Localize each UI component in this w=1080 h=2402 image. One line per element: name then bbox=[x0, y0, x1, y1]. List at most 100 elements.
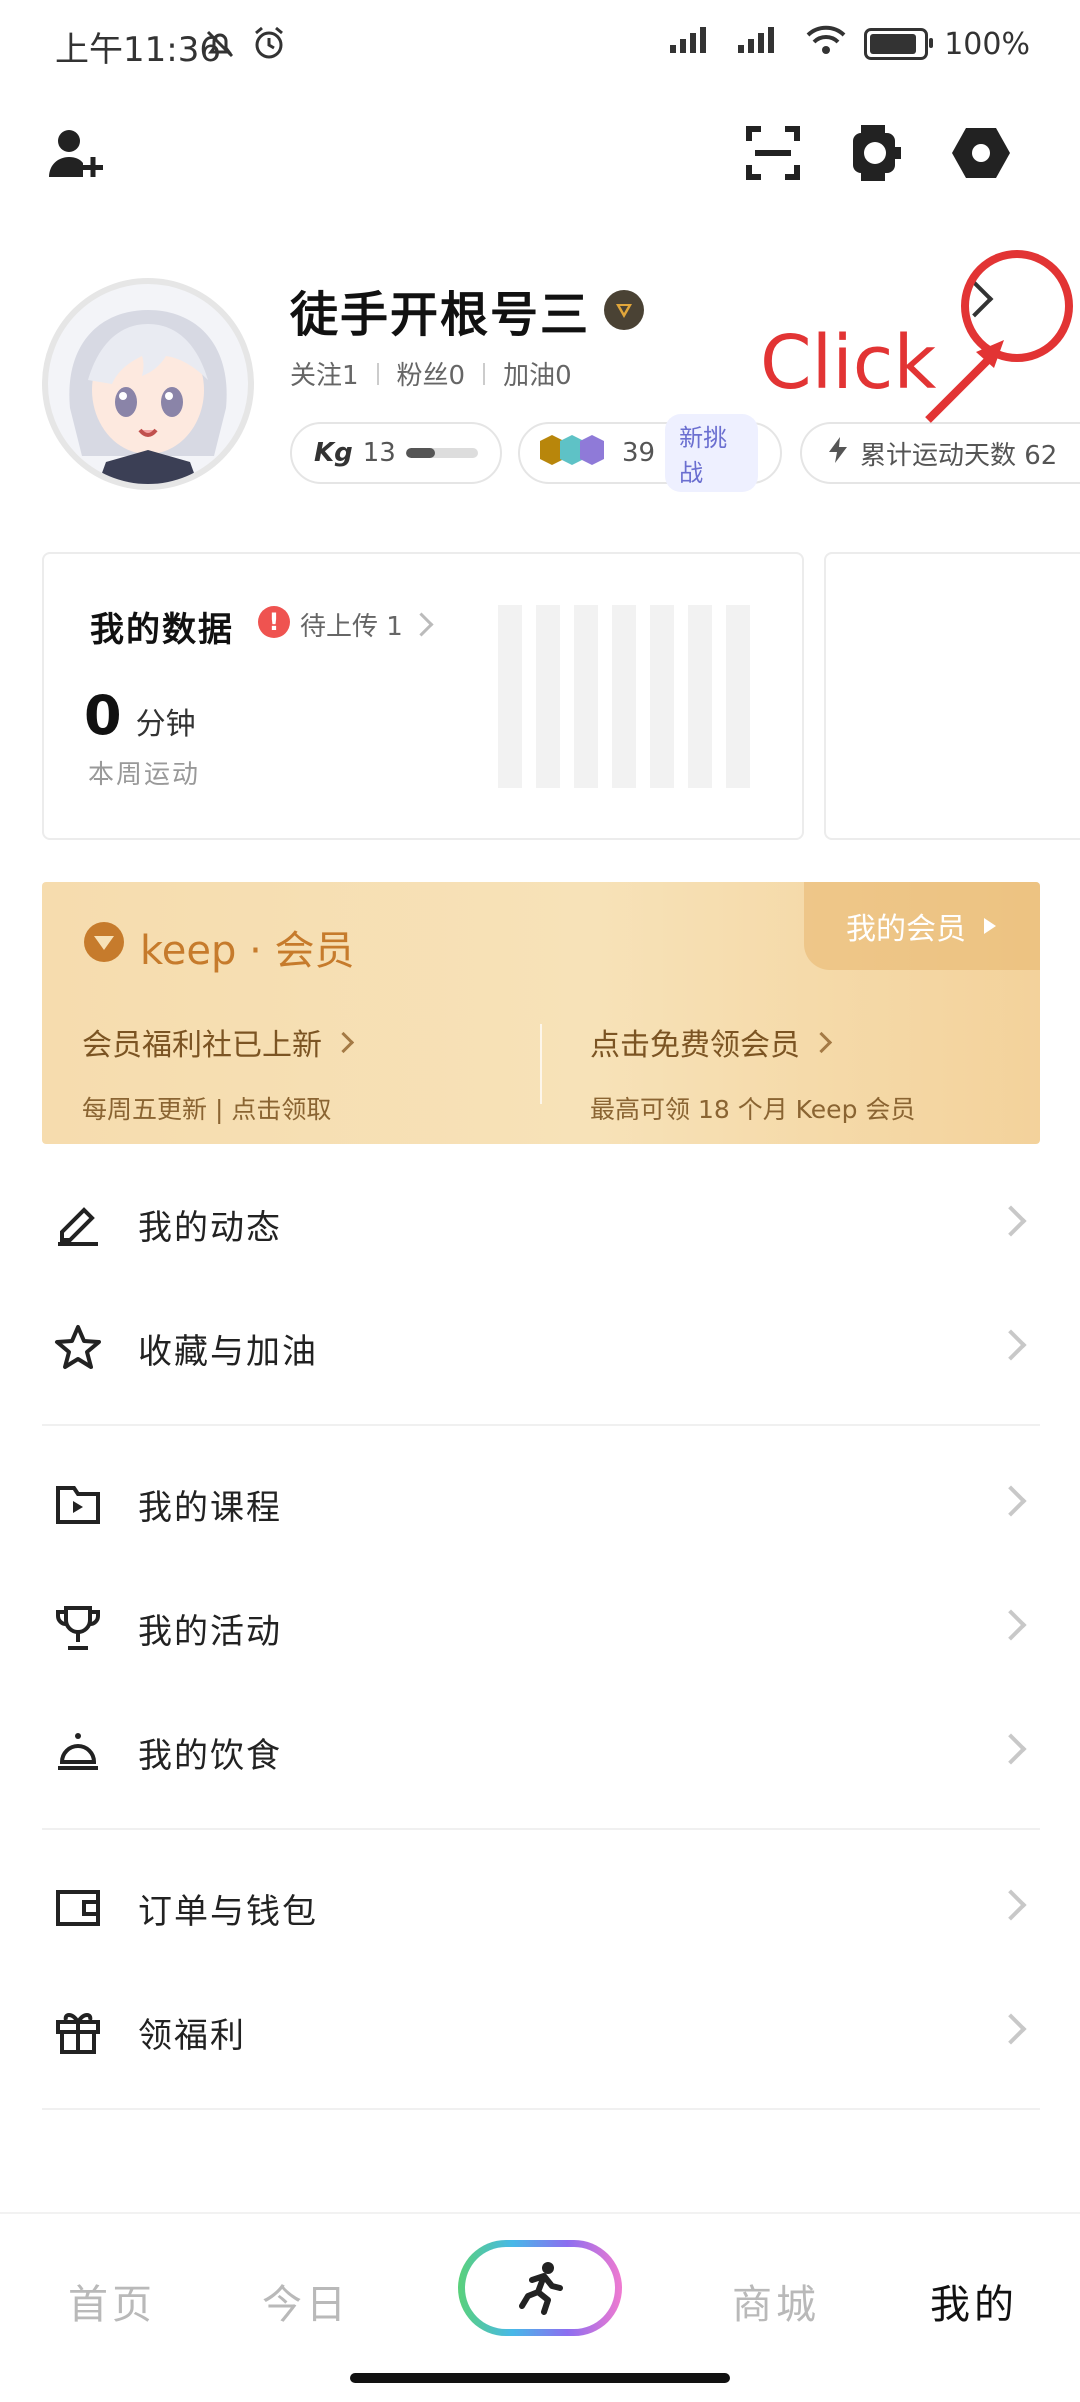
tab-mine[interactable]: 我的 bbox=[930, 2272, 1018, 2330]
member-brand-text: keep · 会员 bbox=[140, 928, 355, 974]
status-right: 100% bbox=[668, 24, 1030, 64]
profile-stats: 关注1 粉丝0 加油0 bbox=[290, 355, 572, 392]
menu-divider bbox=[42, 1424, 1040, 1426]
menu-item-my-posts[interactable]: 我的动态 bbox=[42, 1169, 1040, 1279]
accumulated-days: 累计运动天数 62 bbox=[860, 440, 1058, 471]
avatar[interactable] bbox=[42, 278, 254, 490]
minutes-value: 0 bbox=[84, 684, 122, 747]
menu-label: 收藏与加油 bbox=[138, 1331, 318, 1372]
level-progress-fill bbox=[405, 448, 435, 458]
cheers-count[interactable]: 加油0 bbox=[503, 355, 572, 392]
bar bbox=[726, 605, 750, 788]
bar bbox=[536, 605, 560, 788]
start-workout-button[interactable] bbox=[458, 2240, 622, 2336]
trophy-icon bbox=[46, 1596, 110, 1660]
wifi-icon bbox=[804, 24, 848, 64]
mute-bell-icon bbox=[202, 26, 238, 66]
following-count[interactable]: 关注1 bbox=[290, 355, 359, 392]
bar bbox=[498, 605, 522, 788]
play-triangle-icon bbox=[984, 918, 996, 934]
member-left-sub: 每周五更新 | 点击领取 bbox=[82, 1095, 332, 1124]
tab-today[interactable]: 今日 bbox=[262, 2272, 350, 2330]
chevron-right-icon bbox=[995, 1485, 1027, 1517]
medals-pill[interactable]: 39 新挑战 bbox=[518, 414, 782, 492]
bar bbox=[612, 605, 636, 788]
scan-icon[interactable] bbox=[738, 118, 808, 188]
member-free-claim[interactable]: 点击免费领会员 最高可领 18 个月 Keep 会员 bbox=[590, 1020, 915, 1126]
chevron-right-icon bbox=[409, 612, 434, 637]
member-left-title: 会员福利社已上新 bbox=[82, 1028, 322, 1063]
signal-icon bbox=[736, 25, 788, 63]
level-value: 13 bbox=[362, 438, 396, 468]
my-member-label: 我的会员 bbox=[846, 912, 966, 947]
status-time: 上午11:36 bbox=[55, 30, 221, 70]
alarm-icon bbox=[250, 24, 288, 66]
keep-logo-icon bbox=[82, 920, 126, 974]
member-divider bbox=[540, 1024, 542, 1104]
menu-item-favorites[interactable]: 收藏与加油 bbox=[42, 1293, 1040, 1403]
username[interactable]: 徒手开根号三 bbox=[290, 275, 645, 345]
medals-icon bbox=[538, 431, 612, 476]
wallet-icon bbox=[46, 1876, 110, 1940]
star-icon bbox=[46, 1316, 110, 1380]
menu-item-orders-wallet[interactable]: 订单与钱包 bbox=[42, 1853, 1040, 1963]
lightning-icon bbox=[826, 435, 850, 472]
level-progress-bar bbox=[405, 448, 478, 458]
menu-divider bbox=[42, 2108, 1040, 2110]
chevron-right-icon bbox=[995, 1329, 1027, 1361]
member-right-sub: 最高可领 18 个月 Keep 会员 bbox=[590, 1095, 916, 1124]
chevron-right-icon bbox=[810, 1031, 833, 1053]
followers-count[interactable]: 粉丝0 bbox=[397, 355, 466, 392]
level-pill[interactable]: Kg 13 bbox=[290, 422, 502, 484]
smartwatch-icon[interactable] bbox=[842, 118, 912, 188]
kg-icon: Kg bbox=[314, 438, 353, 468]
pending-upload-text: 待上传 1 bbox=[300, 612, 403, 642]
my-member-button[interactable]: 我的会员 bbox=[804, 882, 1040, 970]
battery-level bbox=[870, 34, 917, 54]
divider bbox=[483, 362, 486, 385]
member-banner[interactable]: keep · 会员 我的会员 会员福利社已上新 每周五更新 | 点击领取 点击免… bbox=[42, 882, 1040, 1144]
bar bbox=[650, 605, 674, 788]
divider bbox=[376, 362, 379, 385]
menu-label: 我的课程 bbox=[138, 1487, 282, 1528]
battery-percent: 100% bbox=[944, 26, 1030, 62]
click-annotation-circle bbox=[925, 250, 1073, 423]
chevron-right-icon bbox=[995, 1889, 1027, 1921]
challenge-tag: 新挑战 bbox=[665, 414, 758, 492]
menu-item-benefits[interactable]: 领福利 bbox=[42, 1977, 1040, 2087]
chevron-right-icon bbox=[995, 2013, 1027, 2045]
pending-upload[interactable]: 待上传 1 bbox=[300, 606, 434, 643]
tab-store[interactable]: 商城 bbox=[732, 2272, 820, 2330]
weekly-bar-placeholder bbox=[498, 605, 750, 788]
running-person-icon bbox=[519, 2262, 563, 2315]
gift-icon bbox=[46, 2000, 110, 2064]
settings-icon[interactable] bbox=[946, 118, 1016, 188]
battery-icon bbox=[864, 28, 934, 60]
add-friend-icon[interactable] bbox=[40, 118, 110, 188]
member-benefits[interactable]: 会员福利社已上新 每周五更新 | 点击领取 bbox=[82, 1020, 355, 1126]
menu-item-my-courses[interactable]: 我的课程 bbox=[42, 1449, 1040, 1559]
menu-item-my-diet[interactable]: 我的饮食 bbox=[42, 1697, 1040, 1807]
menu-item-my-activities[interactable]: 我的活动 bbox=[42, 1573, 1040, 1683]
signal-icon bbox=[668, 25, 720, 63]
chevron-right-icon bbox=[995, 1733, 1027, 1765]
menu-label: 订单与钱包 bbox=[138, 1891, 318, 1932]
member-right-title: 点击免费领会员 bbox=[590, 1028, 800, 1063]
member-brand: keep · 会员 bbox=[82, 918, 355, 976]
medals-count: 39 bbox=[622, 438, 656, 468]
home-indicator[interactable] bbox=[350, 2373, 730, 2383]
secondary-data-card[interactable] bbox=[824, 552, 1080, 840]
chevron-right-icon bbox=[995, 1205, 1027, 1237]
menu-label: 我的饮食 bbox=[138, 1735, 282, 1776]
status-bar: 上午11:36 100% bbox=[0, 0, 1080, 90]
cloche-icon bbox=[46, 1720, 110, 1784]
alert-icon: ! bbox=[258, 606, 290, 638]
menu-label: 领福利 bbox=[138, 2015, 246, 2056]
menu-label: 我的活动 bbox=[138, 1611, 282, 1652]
chevron-right-icon bbox=[332, 1031, 355, 1053]
tab-home[interactable]: 首页 bbox=[68, 2272, 156, 2330]
username-text: 徒手开根号三 bbox=[290, 287, 591, 343]
bar bbox=[574, 605, 598, 788]
weekly-minutes: 0 分钟 bbox=[84, 684, 196, 747]
vip-badge-icon bbox=[604, 290, 645, 330]
